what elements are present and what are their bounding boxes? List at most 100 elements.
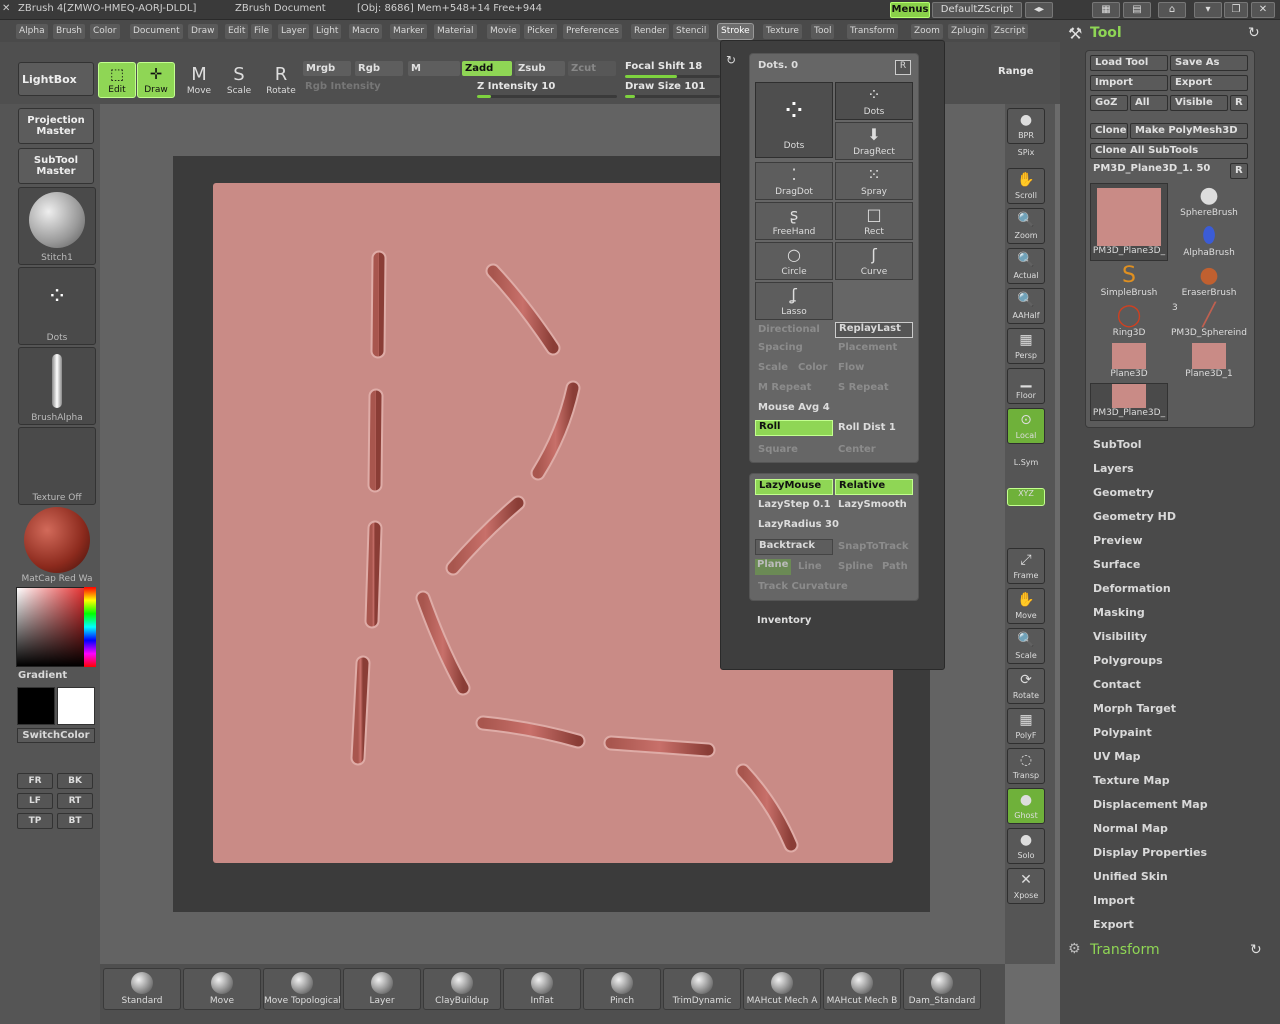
tool-thumb-plane3d[interactable]: Plane3D (1090, 343, 1168, 381)
tool-section-geometry-hd[interactable]: Geometry HD (1093, 510, 1176, 523)
brush-pinch[interactable]: Pinch (583, 968, 661, 1010)
z-intensity-slider[interactable]: Z Intensity 10 (477, 81, 617, 98)
path-toggle[interactable]: Path (882, 561, 908, 572)
menu-stencil[interactable]: Stencil (673, 24, 710, 39)
brush-move[interactable]: Move (183, 968, 261, 1010)
shelf-bpr-button[interactable]: ● BPR (1007, 108, 1045, 144)
menu-marker[interactable]: Marker (390, 24, 428, 39)
shelf-transp-button[interactable]: ◌ Transp (1007, 748, 1045, 784)
menu-draw[interactable]: Draw (188, 24, 218, 39)
current-tool-r-button[interactable]: R (1230, 163, 1248, 179)
rgb-button[interactable]: Rgb (355, 61, 403, 76)
main-color-swatch[interactable] (17, 687, 55, 725)
scale-slider[interactable]: Scale (758, 362, 788, 373)
view-top-button[interactable]: TP (17, 813, 53, 829)
line-toggle[interactable]: Line (798, 561, 822, 572)
shelf-local-button[interactable]: ⊙ Local (1007, 408, 1045, 444)
ui-layout-icon[interactable]: ▦ (1092, 2, 1120, 18)
menu-transform[interactable]: Transform (847, 24, 898, 39)
tool-section-polygroups[interactable]: Polygroups (1093, 654, 1163, 667)
track-curvature-slider[interactable]: Track Curvature (758, 581, 848, 592)
edit-button[interactable]: ⬚ Edit (98, 62, 136, 98)
shelf-solo-button[interactable]: ● Solo (1007, 828, 1045, 864)
all-button[interactable]: All (1130, 95, 1168, 111)
m-repeat-slider[interactable]: M Repeat (758, 382, 811, 393)
save-as-button[interactable]: Save As (1170, 55, 1248, 71)
visible-button[interactable]: Visible (1170, 95, 1228, 111)
tool-section-texture-map[interactable]: Texture Map (1093, 774, 1170, 787)
brush-standard[interactable]: Standard (103, 968, 181, 1010)
alpha-thumbnail[interactable]: BrushAlpha (18, 347, 96, 425)
menu-picker[interactable]: Picker (524, 24, 557, 39)
stroke-freehand[interactable]: ʂ FreeHand (755, 202, 833, 240)
menu-document[interactable]: Document (130, 24, 183, 39)
menu-stroke[interactable]: Stroke (717, 23, 754, 40)
stroke-thumbnail[interactable]: ⁘ Dots (18, 267, 96, 345)
brush-thumbnail[interactable]: Stitch1 (18, 187, 96, 265)
view-left-button[interactable]: LF (17, 793, 53, 809)
view-back-button[interactable]: BK (57, 773, 93, 789)
spacing-slider[interactable]: Spacing (758, 342, 803, 353)
load-tool-button[interactable]: Load Tool (1090, 55, 1168, 71)
menu-edit[interactable]: Edit (225, 24, 249, 39)
rgb-intensity-slider[interactable]: Rgb Intensity (305, 81, 455, 92)
shelf-persp-button[interactable]: ▦ Persp (1007, 328, 1045, 364)
brush-mahcut-mech-b[interactable]: MAHcut Mech B (823, 968, 901, 1010)
clone-button[interactable]: Clone (1090, 123, 1128, 139)
move-button[interactable]: M Move (180, 64, 218, 96)
mouse-avg-slider[interactable]: Mouse Avg 4 (758, 402, 830, 413)
restore-icon[interactable]: ❐ (1224, 2, 1248, 18)
layout-toggle-icon[interactable]: ◂▸ (1025, 2, 1053, 18)
view-right-button[interactable]: RT (57, 793, 93, 809)
tool-section-layers[interactable]: Layers (1093, 462, 1134, 475)
lazysmooth-slider[interactable]: LazySmooth (838, 499, 907, 510)
tool-section-geometry[interactable]: Geometry (1093, 486, 1154, 499)
menu-material[interactable]: Material (434, 24, 477, 39)
tool-section-display-properties[interactable]: Display Properties (1093, 846, 1207, 859)
s-repeat-slider[interactable]: S Repeat (838, 382, 889, 393)
tool-section-morph-target[interactable]: Morph Target (1093, 702, 1176, 715)
shelf-aahalf-button[interactable]: 🔍 AAHalf (1007, 288, 1045, 324)
tool-title[interactable]: Tool (1090, 25, 1122, 41)
tool-thumb-alphabrush[interactable]: ⬮ AlphaBrush (1170, 223, 1248, 261)
tool-thumb-pm3d-plane[interactable]: PM3D_Plane3D_ (1090, 183, 1168, 261)
snap-to-track-toggle[interactable]: SnapToTrack (838, 541, 909, 552)
stroke-circle[interactable]: ○ Circle (755, 242, 833, 280)
tool-section-import[interactable]: Import (1093, 894, 1135, 907)
export-button[interactable]: Export (1170, 75, 1248, 91)
current-tool-slider[interactable]: PM3D_Plane3D_1. 50 (1093, 163, 1210, 174)
tool-section-normal-map[interactable]: Normal Map (1093, 822, 1168, 835)
menu-alpha[interactable]: Alpha (16, 24, 48, 39)
menu-brush[interactable]: Brush (53, 24, 85, 39)
brush-move-topological[interactable]: Move Topological (263, 968, 341, 1010)
menu-zoom[interactable]: Zoom (911, 24, 943, 39)
tool-refresh-icon[interactable]: ↻ (1248, 25, 1260, 41)
tool-section-unified-skin[interactable]: Unified Skin (1093, 870, 1168, 883)
lock-icon[interactable]: ⌂ (1158, 2, 1186, 18)
rotate-button[interactable]: R Rotate (262, 64, 300, 96)
shelf-spix-button[interactable]: SPix (1007, 148, 1045, 166)
shelf-actual-button[interactable]: 🔍 Actual (1007, 248, 1045, 284)
tool-thumb-plane3d-1[interactable]: Plane3D_1 (1170, 343, 1248, 381)
switch-color-button[interactable]: SwitchColor (17, 728, 95, 743)
tool-section-preview[interactable]: Preview (1093, 534, 1143, 547)
ui-config-icon[interactable]: ▤ (1123, 2, 1151, 18)
draw-size-slider[interactable]: Draw Size 101 (625, 81, 720, 98)
brush-dam_standard[interactable]: Dam_Standard (903, 968, 981, 1010)
make-polymesh-button[interactable]: Make PolyMesh3D (1130, 123, 1248, 139)
tool-thumb-ring3d[interactable]: ◯ Ring3D (1090, 303, 1168, 341)
subtool-master-button[interactable]: SubTool Master (18, 148, 94, 184)
menu-color[interactable]: Color (90, 24, 120, 39)
gradient-label[interactable]: Gradient (18, 670, 67, 681)
range-slider[interactable]: Range (998, 66, 1038, 77)
goz-button[interactable]: GoZ (1090, 95, 1128, 111)
menu-zplugin[interactable]: Zplugin (948, 24, 989, 39)
zsub-button[interactable]: Zsub (515, 61, 565, 76)
view-bottom-button[interactable]: BT (57, 813, 93, 829)
projection-master-button[interactable]: Projection Master (18, 108, 94, 144)
tool-section-visibility[interactable]: Visibility (1093, 630, 1147, 643)
scale-button[interactable]: S Scale (220, 64, 258, 96)
clone-all-subtools-button[interactable]: Clone All SubTools (1090, 143, 1248, 159)
stroke-dots-large[interactable]: ⁘ Dots (755, 82, 833, 158)
material-thumbnail[interactable]: MatCap Red Wa (18, 507, 96, 585)
